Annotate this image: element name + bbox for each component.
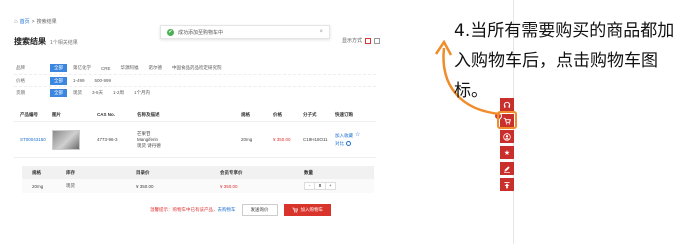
view-mode-label: 显示方式 <box>342 38 363 44</box>
filter-option[interactable]: 1-499 <box>73 78 85 83</box>
product-thumbnail[interactable] <box>52 129 80 150</box>
star-outline-icon: ☆ <box>355 132 361 138</box>
back-to-top-icon[interactable] <box>500 178 514 191</box>
column-header: 产品编号 <box>20 111 38 117</box>
column-header: 数量 <box>304 169 313 175</box>
filter-row-price: 价格 全部 1-499 500-999 <box>14 74 376 86</box>
instruction-annotation: 4.当所有需要购买的商品都加入购物车后，点击购物车图标。 <box>454 21 675 101</box>
column-header: 库存 <box>66 169 75 175</box>
go-to-cart-link[interactable]: 去购物车 <box>218 207 236 212</box>
cart-tip: 温馨提示：购物车中已有该产品，去购物车 <box>150 207 236 213</box>
toast-message: 成功添加至购物车中 <box>178 29 224 36</box>
add-favorite-label: 加入收藏 <box>335 132 353 138</box>
filter-option[interactable]: 华源阿福 <box>121 65 139 71</box>
add-to-cart-button[interactable]: 加入购物车 <box>283 204 331 216</box>
filter-option[interactable]: 第亿化学 <box>73 65 91 71</box>
breadcrumb-current: 搜索结果 <box>36 19 57 25</box>
spec-table: 规格 库存 目录价 会员专享价 数量 20mg 现货 ¥ 350.00 ¥ 35… <box>22 166 374 193</box>
product-size: 20mg <box>241 137 253 142</box>
product-code-link[interactable]: ST00043150 <box>14 137 52 143</box>
column-header: 价格 <box>273 111 282 117</box>
cas-number: 4773-96-3 <box>97 137 118 142</box>
success-toast: ✔ 成功添加至购物车中 × <box>160 25 330 39</box>
column-header: 会员专享价 <box>220 169 243 175</box>
filter-label: 品牌 <box>16 65 25 70</box>
quantity-cell: - 0 + <box>304 182 374 190</box>
breadcrumb-separator: > <box>31 18 35 25</box>
filter-option-all[interactable]: 全部 <box>50 64 67 72</box>
table-header: 产品编号 图片 CAS No. 名称及描述 规格 价格 分子式 快速订购 <box>14 108 376 122</box>
star-icon[interactable]: ★ <box>500 146 514 159</box>
spec-member-price: ¥ 350.00 <box>220 183 238 189</box>
filter-option-all[interactable]: 全部 <box>50 88 67 97</box>
column-header: 图片 <box>52 111 61 117</box>
spec-stock: 现货 <box>66 183 75 188</box>
compare-label: 对比 <box>335 140 344 146</box>
breadcrumb: ⌂ 首页 > 搜索结果 <box>14 18 57 26</box>
filter-option[interactable]: 诺尔德 <box>149 65 163 71</box>
column-header: 分子式 <box>303 111 317 117</box>
column-header: 规格 <box>32 169 41 175</box>
close-icon[interactable]: × <box>319 29 323 35</box>
add-favorite-action[interactable]: 加入收藏 ☆ <box>335 132 376 139</box>
filter-label: 价格 <box>16 77 25 83</box>
filter-option[interactable]: CRE <box>101 66 111 71</box>
decrement-button[interactable]: - <box>305 182 314 190</box>
quantity-input[interactable]: 0 <box>314 182 326 190</box>
increment-button[interactable]: + <box>326 182 335 190</box>
column-header: 快速订购 <box>335 111 353 117</box>
results-table: 产品编号 图片 CAS No. 名称及描述 规格 价格 分子式 快速订购 ST0… <box>14 108 376 158</box>
filter-option[interactable]: 现货 <box>73 90 82 96</box>
list-view-icon[interactable] <box>374 37 381 44</box>
filter-option[interactable]: 500-999 <box>95 78 112 83</box>
spec-size: 20mg <box>32 183 44 189</box>
result-count: 1个相关结果 <box>50 40 78 46</box>
column-header: 目录价 <box>136 169 150 175</box>
compare-action[interactable]: 对比 <box>335 141 376 147</box>
product-description: 芒果苷 Mangiferin 现货 诗丹德 <box>137 131 241 149</box>
check-icon: ✔ <box>167 28 174 36</box>
filter-option[interactable]: 3-5天 <box>92 90 103 96</box>
quick-order: 加入收藏 ☆ 对比 <box>335 132 376 147</box>
cart-tip-text: 温馨提示：购物车中已有该产品， <box>150 207 218 212</box>
page-title-row: 搜索结果 1个相关结果 <box>14 36 78 47</box>
order-footer: 温馨提示：购物车中已有该产品，去购物车 发送询价 加入购物车 <box>150 204 378 216</box>
filter-row-delivery: 货期 全部 现货 3-5天 1-2周 1个月内 <box>14 86 376 98</box>
filter-row-brand: 品牌 全部 第亿化学 CRE 华源阿福 诺尔德 中国食品药品检定研究院 <box>14 62 376 74</box>
filter-option[interactable]: 1-2周 <box>113 90 124 96</box>
filter-option[interactable]: 1个月内 <box>134 90 150 96</box>
product-stock-brand: 现货 诗丹德 <box>137 142 161 148</box>
add-to-cart-label: 加入购物车 <box>300 207 324 212</box>
home-icon[interactable]: ⌂ <box>14 19 18 25</box>
grid-view-icon[interactable] <box>365 37 372 44</box>
page-title: 搜索结果 <box>14 37 46 46</box>
user-icon[interactable] <box>500 130 514 143</box>
column-header: CAS No. <box>97 112 115 117</box>
molecular-formula: C19H18O11 <box>303 136 328 142</box>
column-header: 规格 <box>241 111 250 117</box>
cart-icon <box>292 207 298 213</box>
edit-icon[interactable] <box>500 162 514 175</box>
table-row: 20mg 现货 ¥ 350.00 ¥ 350.00 - 0 + <box>22 179 374 193</box>
quantity-stepper: - 0 + <box>304 182 336 190</box>
send-inquiry-button[interactable]: 发送询价 <box>241 204 278 216</box>
filter-panel: 品牌 全部 第亿化学 CRE 华源阿福 诺尔德 中国食品药品检定研究院 价格 全… <box>14 62 376 98</box>
filter-label: 货期 <box>16 89 25 95</box>
breadcrumb-home-link[interactable]: 首页 <box>20 18 30 25</box>
spec-list-price: ¥ 350.00 <box>136 183 154 189</box>
product-price: ¥ 350.00 <box>273 137 291 142</box>
expand-circle-icon <box>346 141 351 146</box>
column-header: 名称及描述 <box>137 111 160 117</box>
product-image-cell <box>52 129 97 150</box>
filter-option[interactable]: 中国食品药品检定研究院 <box>172 65 222 71</box>
filter-option-all[interactable]: 全部 <box>50 76 67 85</box>
view-mode: 显示方式 <box>342 37 381 44</box>
spec-table-header: 规格 库存 目录价 会员专享价 数量 <box>22 166 374 179</box>
table-row: ST00043150 4773-96-3 芒果苷 Mangiferin 现货 诗… <box>14 122 376 158</box>
